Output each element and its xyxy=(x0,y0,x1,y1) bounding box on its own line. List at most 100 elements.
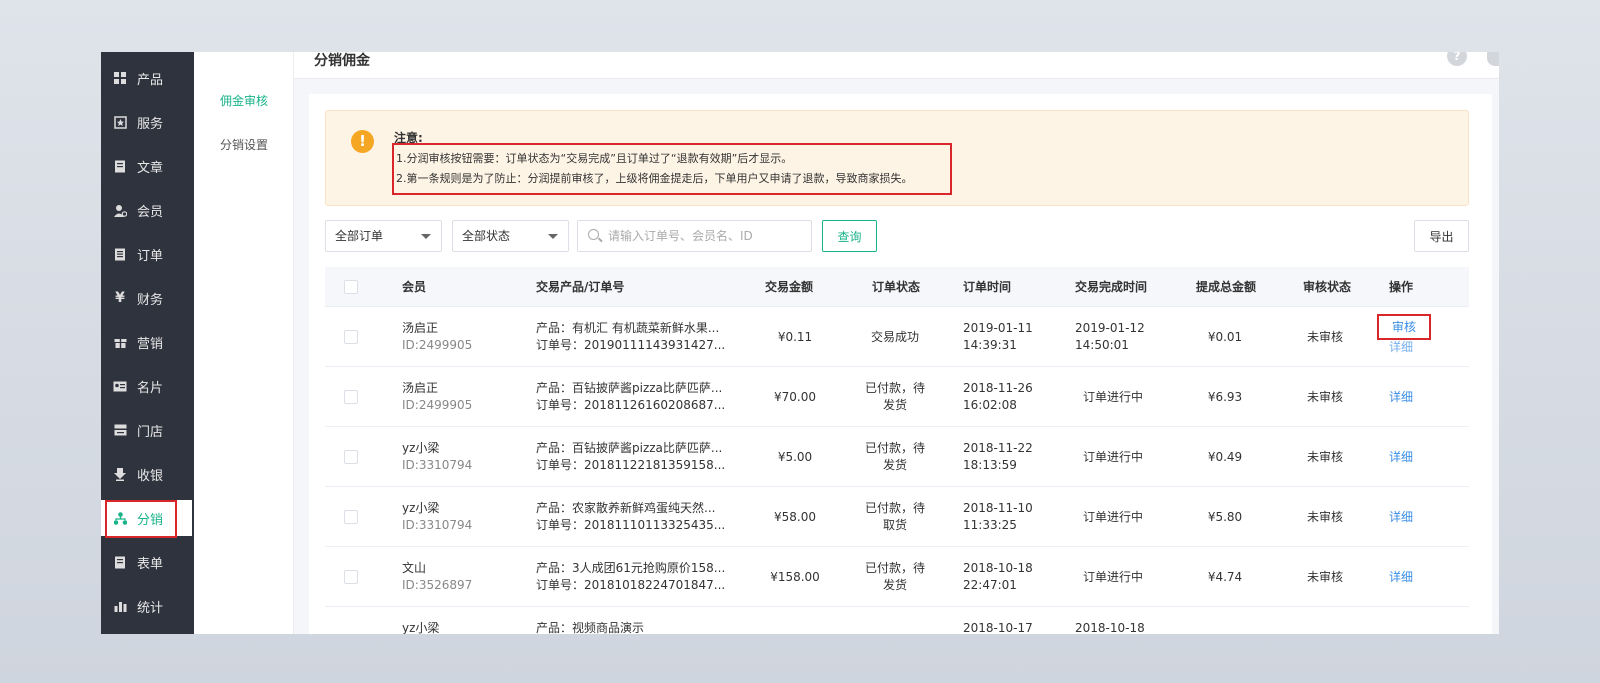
detail-link[interactable]: 详细 xyxy=(1389,338,1413,355)
order-date: 2018-11-26 xyxy=(963,381,1033,395)
status-select[interactable]: 全部状态 xyxy=(452,220,569,252)
sidebar-item-member[interactable]: 会员 xyxy=(101,192,194,228)
card-icon xyxy=(113,379,127,393)
sidebar-item-label: 产品 xyxy=(137,72,164,88)
amount: ¥5.00 xyxy=(777,450,813,464)
sidebar-item-label: 分销 xyxy=(137,512,164,528)
row-checkbox[interactable] xyxy=(344,450,358,464)
yen-icon: ¥ xyxy=(115,290,125,306)
search-box xyxy=(577,220,812,252)
badge-icon xyxy=(113,115,127,129)
order-type-select[interactable]: 全部订单 xyxy=(325,220,442,252)
sidebar-item-card[interactable]: 名片 xyxy=(101,368,194,404)
sidebar-item-label: 收银 xyxy=(137,468,164,484)
row-checkbox[interactable] xyxy=(344,510,358,524)
table-row: yz小梁 产品：视频商品演示 2018-10-17 2018-10-18 xyxy=(325,607,1469,634)
order-date: 2018-11-22 xyxy=(963,441,1033,455)
query-button[interactable]: 查询 xyxy=(822,220,877,252)
complete-clock: 14:50:01 xyxy=(1075,338,1129,352)
product-name: 产品：视频商品演示 xyxy=(536,621,645,634)
sidebar-item-label: 门店 xyxy=(137,424,164,440)
order-status-cell: 已付款，待 发货 xyxy=(855,380,935,414)
content-panel: ! 注意: 1.分润审核按钮需要：订单状态为“交易完成”且订单过了“退款有效期”… xyxy=(309,94,1492,634)
audit-status: 未审核 xyxy=(1306,390,1343,404)
sidebar-item-product[interactable]: 产品 xyxy=(101,60,194,96)
sidebar-item-label: 统计 xyxy=(137,600,164,616)
sidebar-item-finance[interactable]: ¥ 财务 xyxy=(101,280,194,316)
export-button[interactable]: 导出 xyxy=(1414,220,1469,252)
sidebar-item-cashier[interactable]: 收银 xyxy=(101,456,194,492)
col-amount: 交易金额 xyxy=(765,280,814,294)
commission-table: 会员 交易产品/订单号 交易金额 订单状态 订单时间 交易完成时间 提成总金额 … xyxy=(325,267,1469,634)
sidebar-item-label: 名片 xyxy=(137,380,164,396)
sidebar-item-article[interactable]: 文章 xyxy=(101,148,194,184)
sidebar-item-order[interactable]: 订单 xyxy=(101,236,194,272)
sidebar-item-stats[interactable]: 统计 xyxy=(101,588,194,624)
order-clock: 22:47:01 xyxy=(963,578,1017,592)
order-number: 订单号：20181018224701847... xyxy=(536,578,726,592)
row-checkbox[interactable] xyxy=(344,330,358,344)
search-icon xyxy=(588,229,599,240)
select-all-checkbox[interactable] xyxy=(344,280,358,294)
col-audit-status: 审核状态 xyxy=(1303,280,1352,294)
member-id: ID:2499905 xyxy=(402,398,473,412)
col-order-status: 订单状态 xyxy=(872,280,921,294)
member-cell: 汤启正 ID:2499905 xyxy=(402,380,472,414)
order-icon xyxy=(113,247,127,261)
detail-link[interactable]: 详细 xyxy=(1389,389,1413,405)
complete-time: 订单进行中 xyxy=(1083,450,1144,464)
table-row: yz小梁 ID:3310794 产品：农家散养新鲜鸡蛋纯天然... 订单号：20… xyxy=(325,487,1469,547)
detail-link[interactable]: 详细 xyxy=(1389,509,1413,525)
main-sidebar: 产品 服务 文章 会员 订单 ¥ 财务 营销 名片 门店 收银 分销 表单 统计 xyxy=(101,52,194,634)
product-name: 产品：3人成团61元抢购原价158... xyxy=(536,561,726,575)
avatar[interactable] xyxy=(1487,52,1499,66)
row-checkbox[interactable] xyxy=(344,570,358,584)
help-icon[interactable]: ? xyxy=(1447,52,1467,66)
form-icon xyxy=(113,555,127,569)
order-status-cell: 已付款，待 发货 xyxy=(855,560,935,594)
subnav-item-distribution-settings[interactable]: 分销设置 xyxy=(194,136,294,153)
table-header: 会员 交易产品/订单号 交易金额 订单状态 订单时间 交易完成时间 提成总金额 … xyxy=(325,267,1469,307)
complete-time: 订单进行中 xyxy=(1083,390,1144,404)
order-number: 订单号：20190111143931427... xyxy=(536,338,726,352)
sidebar-item-label: 财务 xyxy=(137,292,164,308)
order-status: 交易成功 xyxy=(870,330,919,344)
commission: ¥6.93 xyxy=(1207,390,1243,404)
member-id: ID:3310794 xyxy=(402,518,473,532)
col-member: 会员 xyxy=(402,280,427,294)
audit-status: 未审核 xyxy=(1306,570,1343,584)
detail-link[interactable]: 详细 xyxy=(1389,569,1413,585)
member-cell: 文山 ID:3526897 xyxy=(402,560,472,594)
sub-sidebar: 佣金审核 分销设置 xyxy=(194,52,294,634)
product-name: 产品：农家散养新鲜鸡蛋纯天然... xyxy=(536,501,716,515)
sidebar-item-form[interactable]: 表单 xyxy=(101,544,194,580)
detail-link[interactable]: 详细 xyxy=(1389,449,1413,465)
amount: ¥0.11 xyxy=(777,330,813,344)
audit-link[interactable]: 审核 xyxy=(1377,314,1431,340)
member-name: yz小梁 xyxy=(402,501,440,515)
sidebar-item-marketing[interactable]: 营销 xyxy=(101,324,194,360)
product-cell: 产品：视频商品演示 xyxy=(536,620,644,634)
member-name: 汤启正 xyxy=(402,381,439,395)
product-cell: 产品：有机汇 有机蔬菜新鲜水果... 订单号：20190111143931427… xyxy=(536,320,725,354)
table-row: 汤启正 ID:2499905 产品：有机汇 有机蔬菜新鲜水果... 订单号：20… xyxy=(325,307,1469,367)
order-status-line2: 发货 xyxy=(882,578,907,592)
search-input[interactable] xyxy=(608,225,803,247)
sidebar-item-label: 服务 xyxy=(137,116,164,132)
sidebar-item-distribution[interactable]: 分销 xyxy=(101,500,192,538)
warning-icon: ! xyxy=(351,130,374,153)
complete-date: 2019-01-12 xyxy=(1075,321,1145,335)
order-clock: 14:39:31 xyxy=(963,338,1017,352)
member-id: ID:3526897 xyxy=(402,578,473,592)
order-clock: 16:02:08 xyxy=(963,398,1017,412)
row-checkbox[interactable] xyxy=(344,390,358,404)
subnav-item-commission-audit[interactable]: 佣金审核 xyxy=(194,92,294,109)
sidebar-item-service[interactable]: 服务 xyxy=(101,104,194,140)
order-time-cell: 2018-10-17 xyxy=(963,620,1033,634)
member-cell: 汤启正 ID:2499905 xyxy=(402,320,472,354)
chart-icon xyxy=(113,599,127,613)
sidebar-item-label: 表单 xyxy=(137,556,164,572)
member-name: 文山 xyxy=(402,561,427,575)
sidebar-item-store[interactable]: 门店 xyxy=(101,412,194,448)
document-icon xyxy=(113,159,127,173)
